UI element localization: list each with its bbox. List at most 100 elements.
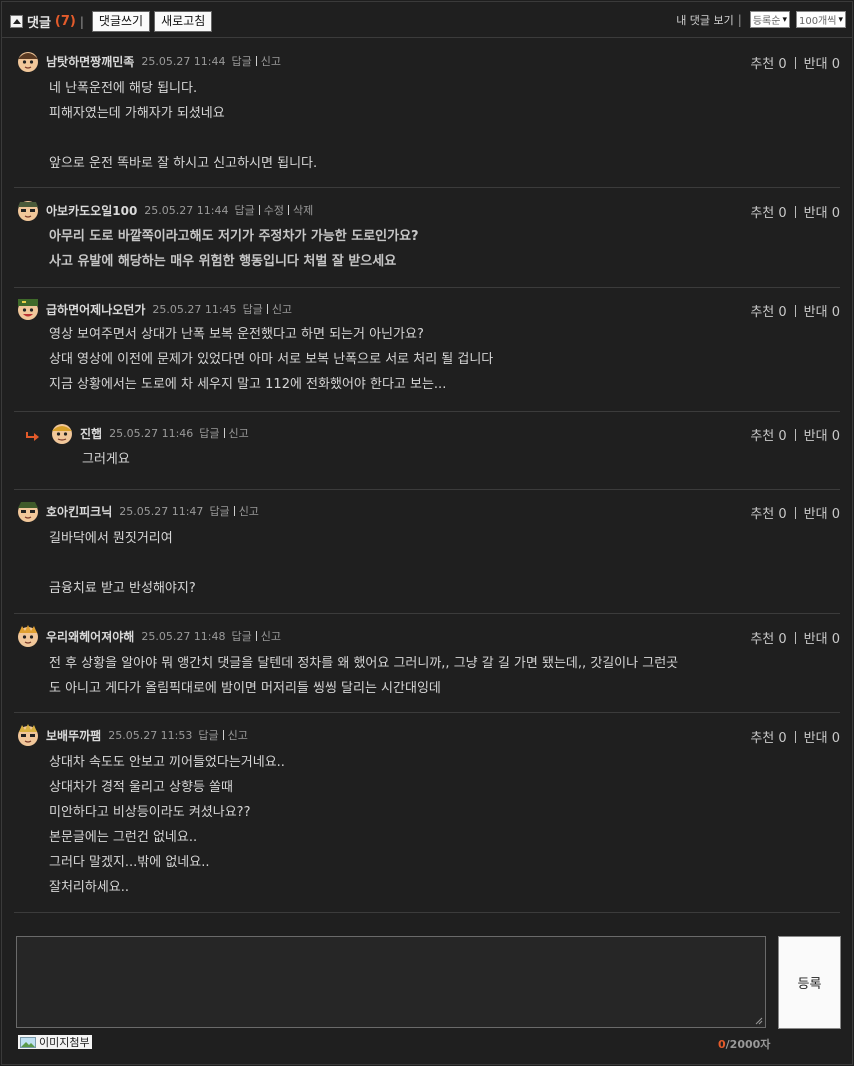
reply-link[interactable]: 답글 — [209, 503, 229, 519]
comment-item: 우리왜헤어져야해 25.05.27 11:48 답글 신고 추천 0 반대 0 전… — [14, 614, 840, 713]
comment-textarea[interactable] — [16, 936, 766, 1028]
upvote-button[interactable]: 추천 0 — [750, 507, 786, 522]
comment-item: 남탓하면짱깨민족 25.05.27 11:44 답글 신고 추천 0 반대 0 네… — [14, 39, 840, 188]
comment-line: 전 후 상황을 알아야 뭐 앵간치 댓글을 달텐데 정차를 왜 했어요 그러니까… — [49, 656, 679, 671]
comment-date: 25.05.27 11:44 — [141, 54, 226, 68]
reply-link[interactable]: 답글 — [198, 727, 218, 743]
comment-line: 앞으로 운전 똑바로 잘 하시고 신고하시면 됩니다. — [49, 156, 318, 171]
downvote-button[interactable]: 반대 0 — [804, 731, 840, 746]
upvote-count: 0 — [778, 731, 787, 746]
image-icon — [20, 1036, 36, 1048]
comment-author[interactable]: 남탓하면짱깨민족 — [46, 53, 134, 70]
comment-author[interactable]: 호아킨피크닉 — [46, 503, 112, 520]
user-avatar-icon — [52, 424, 72, 444]
comment-line: 상대차가 경적 울리고 상향등 쏠때 — [49, 780, 233, 795]
comment-line: 그러다 말겠지...밖에 없네요.. — [49, 855, 210, 870]
comment-line: 금융치료 받고 반성해야지? — [49, 581, 196, 596]
downvote-button[interactable]: 반대 0 — [804, 206, 840, 221]
reply-link[interactable]: 답글 — [243, 301, 263, 317]
comment-author[interactable]: 보배뚜까팸 — [46, 727, 101, 744]
reply-link[interactable]: 답글 — [232, 53, 252, 69]
comment-line: 상대차 속도도 안보고 끼어들었다는거네요.. — [49, 755, 285, 770]
upvote-button[interactable]: 추천 0 — [750, 731, 786, 746]
upvote-count: 0 — [778, 57, 787, 72]
comment-line: 상대 영상에 이전에 문제가 있었다면 아마 서로 보복 난폭으로 서로 처리 … — [49, 352, 494, 367]
comment-author[interactable]: 아보카도오일100 — [46, 202, 137, 219]
comment-line: 지금 상황에서는 도로에 차 세우지 말고 112에 전화했어야 한다고 보는.… — [49, 377, 447, 392]
upvote-button[interactable]: 추천 0 — [750, 57, 786, 72]
upvote-button[interactable]: 추천 0 — [750, 632, 786, 647]
header-divider: | — [79, 14, 84, 29]
comment-date: 25.05.27 11:47 — [119, 504, 204, 518]
downvote-button[interactable]: 반대 0 — [804, 305, 840, 320]
user-avatar-icon — [18, 724, 38, 746]
downvote-count: 0 — [831, 429, 840, 444]
downvote-button[interactable]: 반대 0 — [804, 507, 840, 522]
reply-arrow-icon — [26, 432, 39, 441]
downvote-button[interactable]: 반대 0 — [804, 429, 840, 444]
upvote-button[interactable]: 추천 0 — [750, 429, 786, 444]
user-avatar-icon — [18, 52, 38, 72]
vote-box: 추천 0 반대 0 — [750, 202, 840, 221]
comment-author[interactable]: 진햅 — [80, 425, 102, 442]
my-comments-link[interactable]: 내 댓글 보기 — [676, 12, 734, 28]
chevron-down-icon: ▾ — [782, 14, 787, 25]
header-right-divider: | — [737, 12, 742, 27]
per-page-select[interactable]: 100개씩 ▾ — [795, 11, 846, 28]
report-link[interactable]: 신고 — [228, 727, 248, 743]
char-counter: 0/2000자 — [718, 1038, 771, 1051]
comment-body: 영상 보여주면서 상대가 난폭 보복 운전했다고 하면 되는거 아닌가요? 상대… — [49, 322, 493, 397]
vote-box: 추천 0 반대 0 — [750, 301, 840, 320]
upvote-button[interactable]: 추천 0 — [750, 206, 786, 221]
downvote-count: 0 — [831, 305, 840, 320]
reply-link[interactable]: 답글 — [232, 628, 252, 644]
report-link[interactable]: 신고 — [272, 301, 292, 317]
upvote-count: 0 — [778, 206, 787, 221]
report-link[interactable]: 신고 — [261, 53, 281, 69]
comment-line: 미안하다고 비상등이라도 켜셨나요?? — [49, 805, 251, 820]
comment-line: 영상 보여주면서 상대가 난폭 보복 운전했다고 하면 되는거 아닌가요? — [49, 327, 424, 342]
reply-link[interactable]: 답글 — [199, 425, 219, 441]
comment-line: 길바닥에서 뭔짓거리여 — [49, 531, 173, 546]
comment-line: 잘처리하세요.. — [49, 880, 130, 895]
comment-author[interactable]: 급하면어제나오던가 — [46, 301, 145, 318]
comment-body: 길바닥에서 뭔짓거리여 금융치료 받고 반성해야지? — [49, 526, 196, 601]
comment-author[interactable]: 우리왜헤어져야해 — [46, 628, 134, 645]
user-avatar-icon — [18, 201, 38, 221]
collapse-icon[interactable] — [10, 15, 23, 28]
comment-title: 댓글 — [27, 16, 51, 31]
comment-line — [49, 551, 196, 576]
report-link[interactable]: 신고 — [239, 503, 259, 519]
resize-handle-icon[interactable] — [755, 1017, 763, 1025]
vote-box: 추천 0 반대 0 — [750, 503, 840, 522]
chevron-down-icon: ▾ — [838, 14, 843, 25]
upvote-count: 0 — [778, 507, 787, 522]
downvote-count: 0 — [831, 632, 840, 647]
upvote-count: 0 — [778, 429, 787, 444]
comment-line: 네 난폭운전에 해당 됩니다. — [49, 81, 198, 96]
comment-date: 25.05.27 11:45 — [152, 302, 237, 316]
submit-button[interactable]: 등록 — [778, 936, 841, 1029]
comment-date: 25.05.27 11:46 — [109, 426, 194, 440]
delete-link[interactable]: 삭제 — [293, 202, 313, 218]
comment-body: 상대차 속도도 안보고 끼어들었다는거네요.. 상대차가 경적 울리고 상향등 … — [49, 750, 285, 900]
comment-date: 25.05.27 11:48 — [141, 629, 226, 643]
downvote-count: 0 — [831, 507, 840, 522]
downvote-button[interactable]: 반대 0 — [804, 632, 840, 647]
comment-section: 댓글 (7) | 댓글쓰기 새로고침 내 댓글 보기 | 등록순 ▾ 100개씩 ▾… — [1, 1, 853, 1065]
edit-link[interactable]: 수정 — [264, 202, 284, 218]
downvote-button[interactable]: 반대 0 — [804, 57, 840, 72]
comment-item: 아보카도오일100 25.05.27 11:44 답글 수정 삭제 추천 0 반대… — [14, 188, 840, 288]
comment-line: 아무리 도로 바깥쪽이라고해도 저기가 주정차가 가능한 도로인가요? — [49, 229, 419, 244]
upvote-button[interactable]: 추천 0 — [750, 305, 786, 320]
image-attach-button[interactable]: 이미지첨부 — [18, 1035, 92, 1049]
comment-line: 피해자였는데 가해자가 되셨네요 — [49, 106, 225, 121]
vote-box: 추천 0 반대 0 — [750, 425, 840, 444]
reply-link[interactable]: 답글 — [234, 202, 254, 218]
comment-body: 네 난폭운전에 해당 됩니다. 피해자였는데 가해자가 되셨네요 앞으로 운전 … — [49, 76, 317, 176]
report-link[interactable]: 신고 — [229, 425, 249, 441]
refresh-button[interactable]: 새로고침 — [154, 11, 213, 32]
write-comment-button[interactable]: 댓글쓰기 — [91, 11, 151, 32]
sort-select[interactable]: 등록순 ▾ — [749, 11, 790, 28]
report-link[interactable]: 신고 — [261, 628, 281, 644]
